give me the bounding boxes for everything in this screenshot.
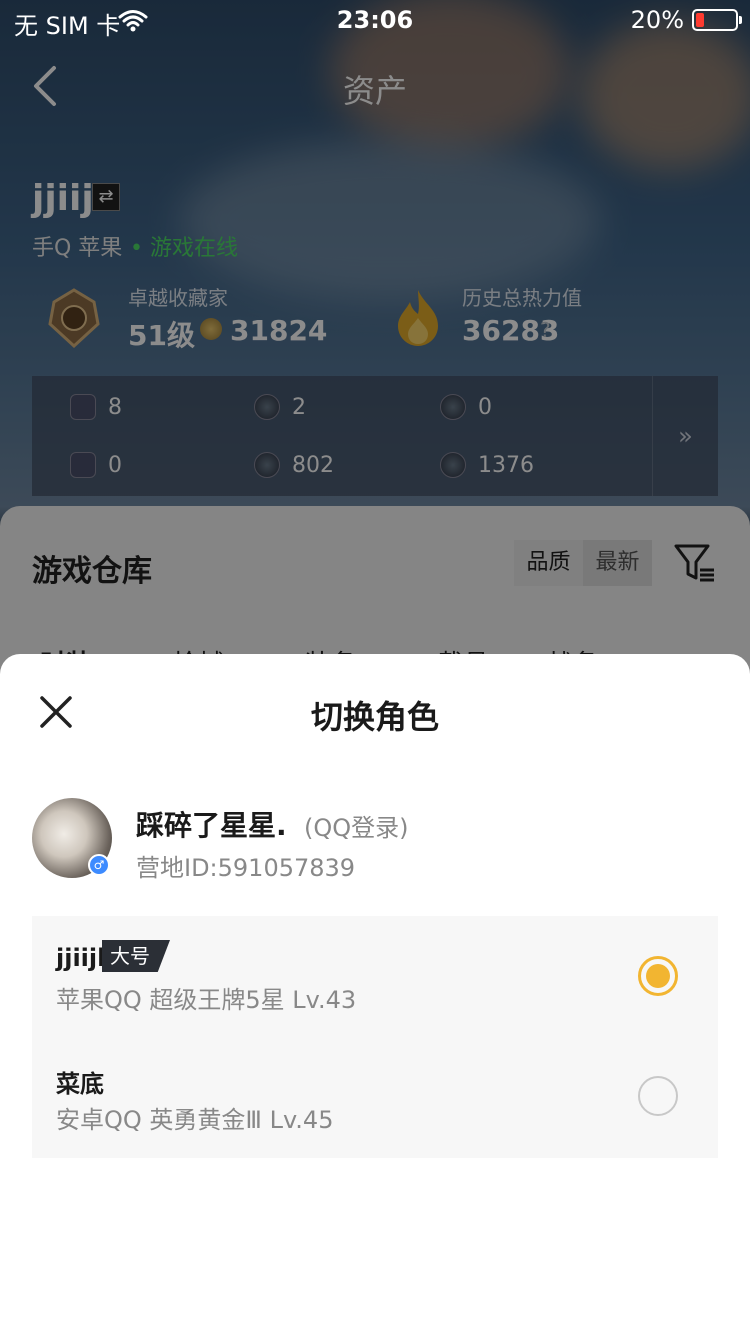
account-name: 踩碎了星星. bbox=[136, 809, 287, 842]
role-list: jjiijl 大号 苹果QQ 超级王牌5星 Lv.43 菜底 安卓QQ 英勇黄金… bbox=[32, 916, 718, 1158]
role-info: 苹果QQ 超级王牌5星 Lv.43 bbox=[56, 986, 357, 1014]
battery-percent: 20% bbox=[630, 6, 684, 34]
main-account-badge: 大号 bbox=[102, 940, 170, 972]
male-icon: ♂ bbox=[88, 854, 110, 876]
role-radio-selected[interactable] bbox=[638, 956, 678, 996]
role-item[interactable]: 菜底 安卓QQ 英勇黄金Ⅲ Lv.45 bbox=[32, 1036, 718, 1156]
camp-id: 营地ID:591057839 bbox=[136, 854, 356, 882]
battery-level bbox=[696, 13, 704, 27]
role-info: 安卓QQ 英勇黄金Ⅲ Lv.45 bbox=[56, 1106, 334, 1134]
login-type: (QQ登录) bbox=[304, 814, 409, 842]
status-bar: 无 SIM 卡 23:06 20% bbox=[0, 0, 750, 40]
switch-role-sheet: 切换角色 ♂ 踩碎了星星. (QQ登录) 营地ID:591057839 jjii… bbox=[0, 654, 750, 1334]
role-name: jjiijl bbox=[56, 944, 106, 972]
role-radio[interactable] bbox=[638, 1076, 678, 1116]
sheet-title: 切换角色 bbox=[310, 698, 439, 736]
account-info: ♂ 踩碎了星星. (QQ登录) 营地ID:591057839 bbox=[32, 798, 718, 882]
battery-icon bbox=[692, 9, 742, 31]
role-item[interactable]: jjiijl 大号 苹果QQ 超级王牌5星 Lv.43 bbox=[32, 916, 718, 1036]
role-name: 菜底 bbox=[56, 1070, 104, 1098]
